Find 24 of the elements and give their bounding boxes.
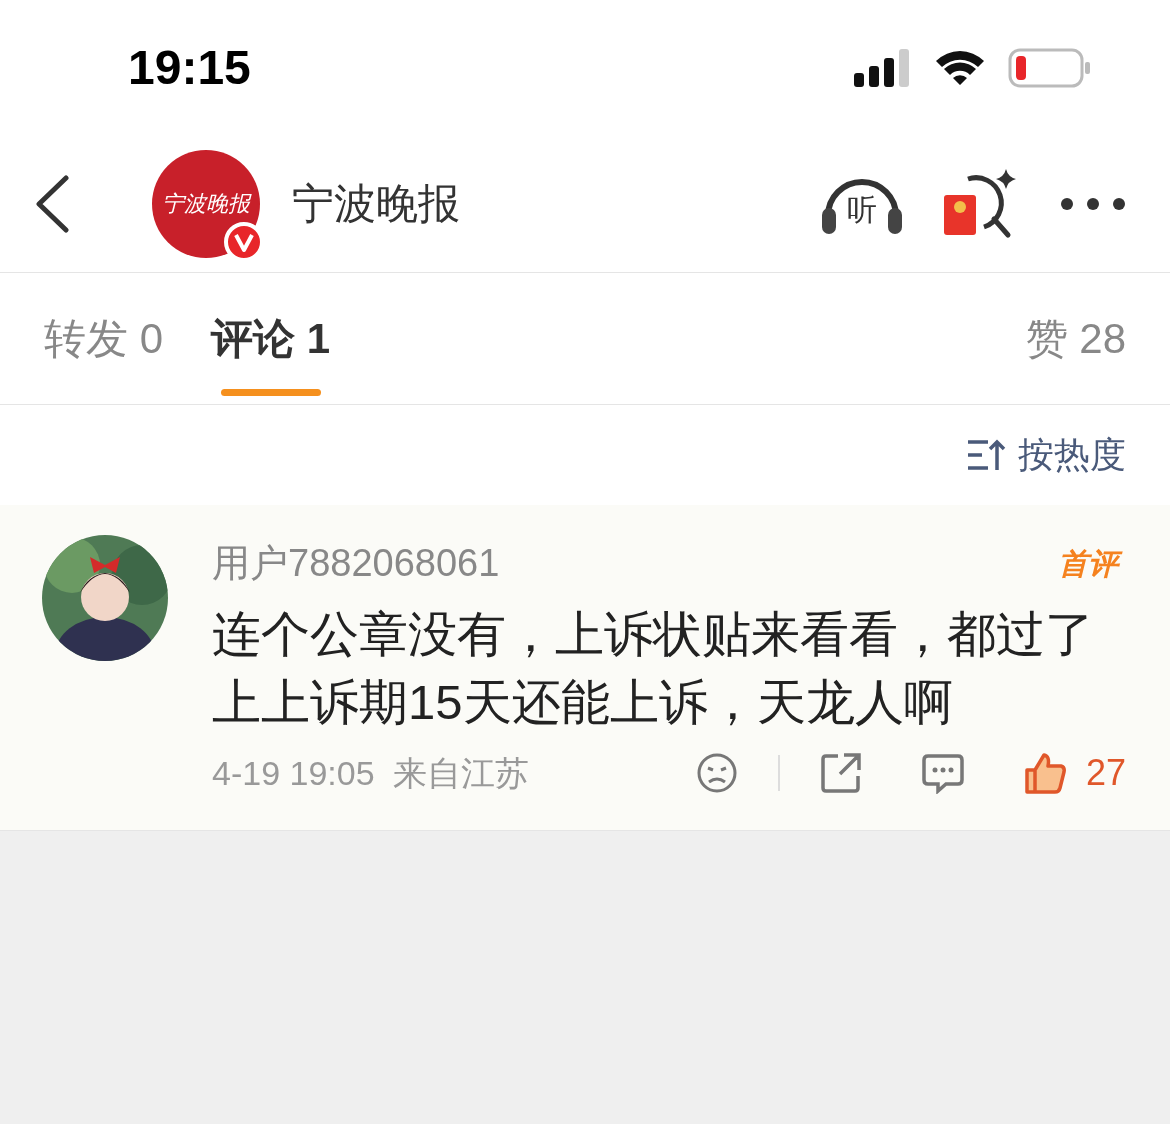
listen-button[interactable]: 听 bbox=[820, 171, 904, 236]
username[interactable]: 用户7882068061 bbox=[212, 535, 500, 592]
reply-icon[interactable] bbox=[921, 752, 964, 794]
thumbs-up-icon bbox=[1023, 752, 1066, 794]
comment-location: 来自江苏 bbox=[392, 752, 529, 794]
tab[interactable]: 评论 1 bbox=[211, 273, 331, 404]
tab[interactable]: 转发 0 bbox=[44, 273, 164, 404]
account-logo: 宁波晚报 bbox=[152, 149, 260, 258]
status-time: 19:15 bbox=[128, 39, 251, 96]
comment-text: 连个公章没有，上诉状贴来看看，都过了上上诉期15天还能上诉，天龙人啊 bbox=[212, 606, 1095, 731]
wifi-icon bbox=[934, 48, 986, 87]
comment-time: 4-19 19:05 bbox=[212, 752, 375, 794]
first-comment-label: 首评 bbox=[1058, 543, 1126, 584]
likes-count[interactable]: 赞 28 bbox=[1025, 307, 1126, 370]
account-name: 宁波晚报 bbox=[292, 179, 460, 229]
sad-face-icon[interactable] bbox=[695, 752, 738, 794]
share-icon[interactable] bbox=[819, 752, 862, 794]
sort-icon bbox=[966, 438, 1006, 472]
back-icon[interactable] bbox=[34, 174, 70, 233]
sort-button[interactable]: 按热度 bbox=[966, 428, 1126, 482]
like-button[interactable]: 27 bbox=[1023, 746, 1126, 800]
signal-icon bbox=[854, 48, 912, 87]
battery-icon bbox=[1008, 47, 1092, 88]
more-icon[interactable] bbox=[1060, 196, 1126, 211]
